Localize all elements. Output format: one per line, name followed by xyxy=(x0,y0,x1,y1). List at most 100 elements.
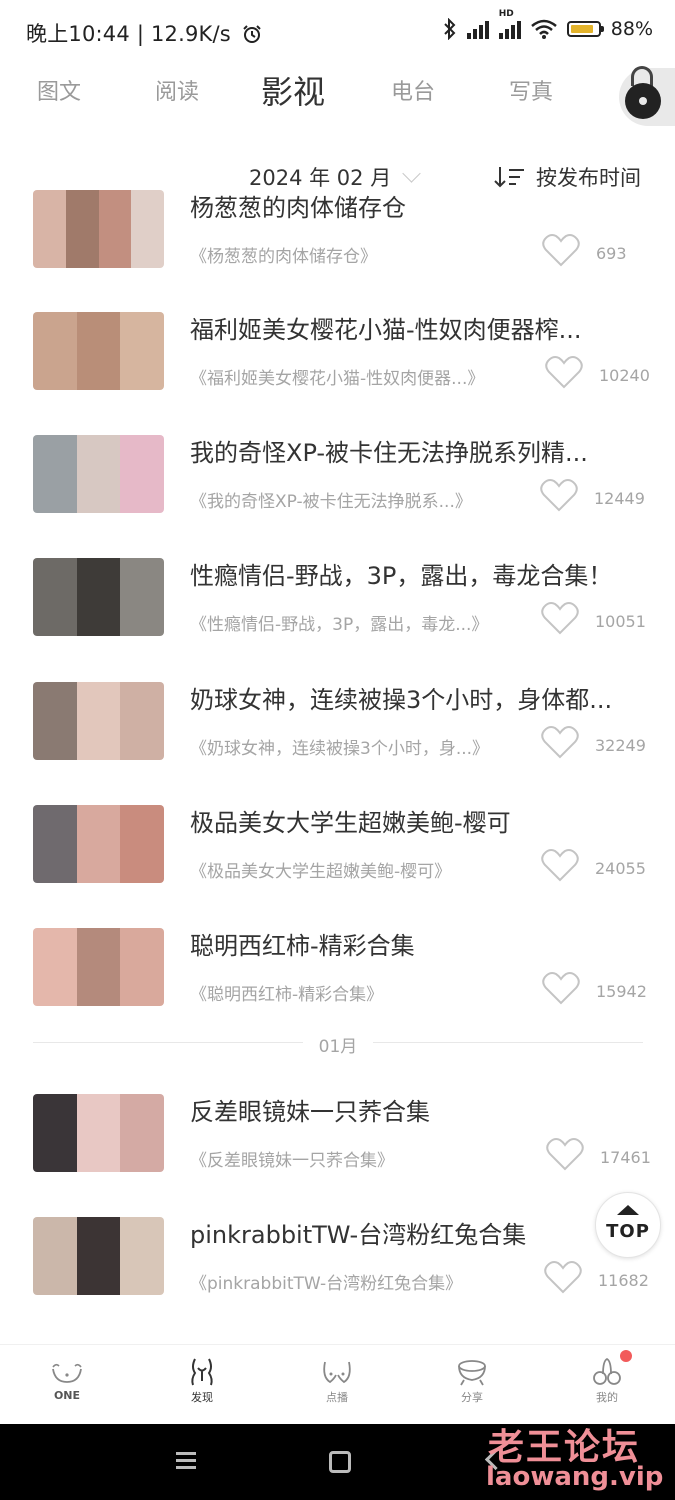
one-icon xyxy=(52,1363,82,1383)
like-count: 11682 xyxy=(598,1271,649,1290)
nav-discover[interactable]: 发现 xyxy=(157,1357,247,1405)
heart-icon[interactable] xyxy=(540,724,580,760)
list-item[interactable]: 福利姬美女樱花小猫-性奴肉便器榨... 《福利姬美女樱花小猫-性奴肉便器...》 1… xyxy=(0,312,675,422)
video-thumbnail[interactable] xyxy=(33,558,164,636)
chevron-down-icon xyxy=(402,163,421,183)
tab-radio[interactable]: 电台 xyxy=(391,74,435,106)
list-item[interactable]: 极品美女大学生超嫩美鲍-樱可《极品美女大学生超嫩美鲍-樱可》 24055 xyxy=(0,805,675,915)
video-thumbnail[interactable] xyxy=(33,190,164,268)
video-thumbnail[interactable] xyxy=(33,928,164,1006)
list-item[interactable]: 我的奇怪XP-被卡住无法挣脱系列精... 《我的奇怪XP-被卡住无法挣脱系...》… xyxy=(0,435,675,545)
vod-icon xyxy=(323,1361,351,1384)
nav-one[interactable]: ONE xyxy=(22,1357,112,1402)
item-subtitle: 《我的奇怪XP-被卡住无法挣脱系...》 xyxy=(190,492,472,512)
watermark-url: laowang.vip xyxy=(486,1462,664,1492)
share-icon xyxy=(458,1360,486,1386)
heart-icon[interactable] xyxy=(540,600,580,636)
signal-icon xyxy=(466,19,489,39)
tab-photo[interactable]: 写真 xyxy=(509,74,553,106)
status-bar: 晚上10:44 | 12.9K/s HD 88% xyxy=(0,0,675,62)
tab-reading[interactable]: 阅读 xyxy=(155,74,199,106)
nav-share[interactable]: 分享 xyxy=(427,1357,517,1405)
heart-icon[interactable] xyxy=(539,477,579,513)
video-thumbnail[interactable] xyxy=(33,805,164,883)
item-title[interactable]: 我的奇怪XP-被卡住无法挣脱系列精... xyxy=(190,433,640,468)
video-thumbnail[interactable] xyxy=(33,1217,164,1295)
heart-icon[interactable] xyxy=(545,1136,585,1172)
like-count: 10240 xyxy=(599,366,650,385)
item-subtitle: 《性瘾情侣-野战，3P，露出，毒龙...》 xyxy=(190,615,489,635)
status-time-speed: 晚上10:44 | 12.9K/s xyxy=(26,18,262,48)
like-count: 12449 xyxy=(594,489,645,508)
battery-icon xyxy=(566,21,604,37)
month-divider: 01月 xyxy=(33,1032,643,1057)
video-thumbnail[interactable] xyxy=(33,1094,164,1172)
scroll-top-label: TOP xyxy=(606,1221,650,1242)
wifi-icon xyxy=(530,19,557,39)
heart-icon[interactable] xyxy=(543,1259,583,1295)
nav-discover-label: 发现 xyxy=(191,1391,213,1404)
nav-profile[interactable]: 我的 xyxy=(562,1357,652,1405)
video-thumbnail[interactable] xyxy=(33,312,164,390)
home-button[interactable] xyxy=(329,1451,351,1473)
item-subtitle: 《聪明西红柿-精彩合集》 xyxy=(190,985,384,1005)
arrow-up-icon xyxy=(617,1205,639,1215)
item-title[interactable]: 杨葱葱的肉体储存仓 xyxy=(190,188,640,223)
status-icons: HD 88% xyxy=(443,9,653,40)
item-title[interactable]: pinkrabbitTW-台湾粉红兔合集 xyxy=(190,1215,640,1250)
list-item[interactable]: 杨葱葱的肉体储存仓《杨葱葱的肉体储存仓》 693 xyxy=(0,190,675,300)
item-subtitle: 《极品美女大学生超嫩美鲍-樱可》 xyxy=(190,862,452,882)
net-speed: 12.9K/s xyxy=(150,22,231,46)
item-title[interactable]: 奶球女神，连续被操3个小时，身体都... xyxy=(190,680,640,715)
like-count: 32249 xyxy=(595,736,646,755)
disc-icon xyxy=(625,83,661,119)
status-time: 晚上10:44 xyxy=(26,22,130,46)
video-thumbnail[interactable] xyxy=(33,435,164,513)
battery-percent: 88% xyxy=(610,18,653,40)
recents-button[interactable] xyxy=(176,1452,196,1473)
item-subtitle: 《杨葱葱的肉体储存仓》 xyxy=(190,247,377,267)
item-subtitle: 《pinkrabbitTW-台湾粉红兔合集》 xyxy=(190,1274,463,1294)
list-item[interactable]: 聪明西红柿-精彩合集《聪明西红柿-精彩合集》 15942 xyxy=(0,928,675,1038)
discover-icon xyxy=(191,1358,213,1386)
list-item[interactable]: 奶球女神，连续被操3个小时，身体都... 《奶球女神，连续被操3个小时，身...》… xyxy=(0,682,675,792)
bluetooth-icon xyxy=(444,18,456,40)
like-count: 10051 xyxy=(595,612,646,631)
like-count: 15942 xyxy=(596,982,647,1001)
sort-icon xyxy=(494,167,524,188)
tab-graphic[interactable]: 图文 xyxy=(37,74,81,106)
like-count: 24055 xyxy=(595,859,646,878)
heart-icon[interactable] xyxy=(540,847,580,883)
scroll-top-button[interactable]: TOP xyxy=(595,1192,661,1258)
item-subtitle: 《奶球女神，连续被操3个小时，身...》 xyxy=(190,739,490,759)
like-count: 17461 xyxy=(600,1148,651,1167)
nav-vod-label: 点播 xyxy=(326,1391,348,1404)
item-title[interactable]: 聪明西红柿-精彩合集 xyxy=(190,926,640,961)
category-tabs: 图文 阅读 影视 电台 写真 xyxy=(0,62,675,122)
list-item[interactable]: 反差眼镜妹一只荞合集《反差眼镜妹一只荞合集》 17461 xyxy=(0,1094,675,1204)
list-item[interactable]: 性瘾情侣-野战，3P，露出，毒龙合集！ 《性瘾情侣-野战，3P，露出，毒龙...》… xyxy=(0,558,675,668)
item-subtitle: 《反差眼镜妹一只荞合集》 xyxy=(190,1151,394,1171)
item-title[interactable]: 性瘾情侣-野战，3P，露出，毒龙合集！ xyxy=(190,556,640,591)
item-title[interactable]: 极品美女大学生超嫩美鲍-樱可 xyxy=(190,803,640,838)
month-divider-label: 01月 xyxy=(318,1037,358,1057)
alarm-icon xyxy=(243,25,261,43)
video-thumbnail[interactable] xyxy=(33,682,164,760)
heart-icon[interactable] xyxy=(544,354,584,390)
list-item[interactable]: pinkrabbitTW-台湾粉红兔合集《pinkrabbitTW-台湾粉红兔合… xyxy=(0,1217,675,1327)
item-title[interactable]: 福利姬美女樱花小猫-性奴肉便器榨... xyxy=(190,310,640,345)
signal-hd-icon: HD xyxy=(498,9,521,39)
heart-icon[interactable] xyxy=(541,970,581,1006)
tab-video[interactable]: 影视 xyxy=(261,67,325,113)
profile-icon xyxy=(593,1357,621,1385)
bottom-nav: ONE 发现 点播 分享 我的 xyxy=(0,1344,675,1425)
like-count: 693 xyxy=(596,244,627,263)
item-title[interactable]: 反差眼镜妹一只荞合集 xyxy=(190,1092,640,1127)
nav-one-label: ONE xyxy=(53,1389,81,1402)
music-player-button[interactable] xyxy=(619,66,675,126)
item-subtitle: 《福利姬美女樱花小猫-性奴肉便器...》 xyxy=(190,369,485,389)
nav-share-label: 分享 xyxy=(461,1391,483,1404)
nav-vod[interactable]: 点播 xyxy=(292,1357,382,1405)
nav-profile-label: 我的 xyxy=(596,1391,618,1404)
heart-icon[interactable] xyxy=(541,232,581,268)
